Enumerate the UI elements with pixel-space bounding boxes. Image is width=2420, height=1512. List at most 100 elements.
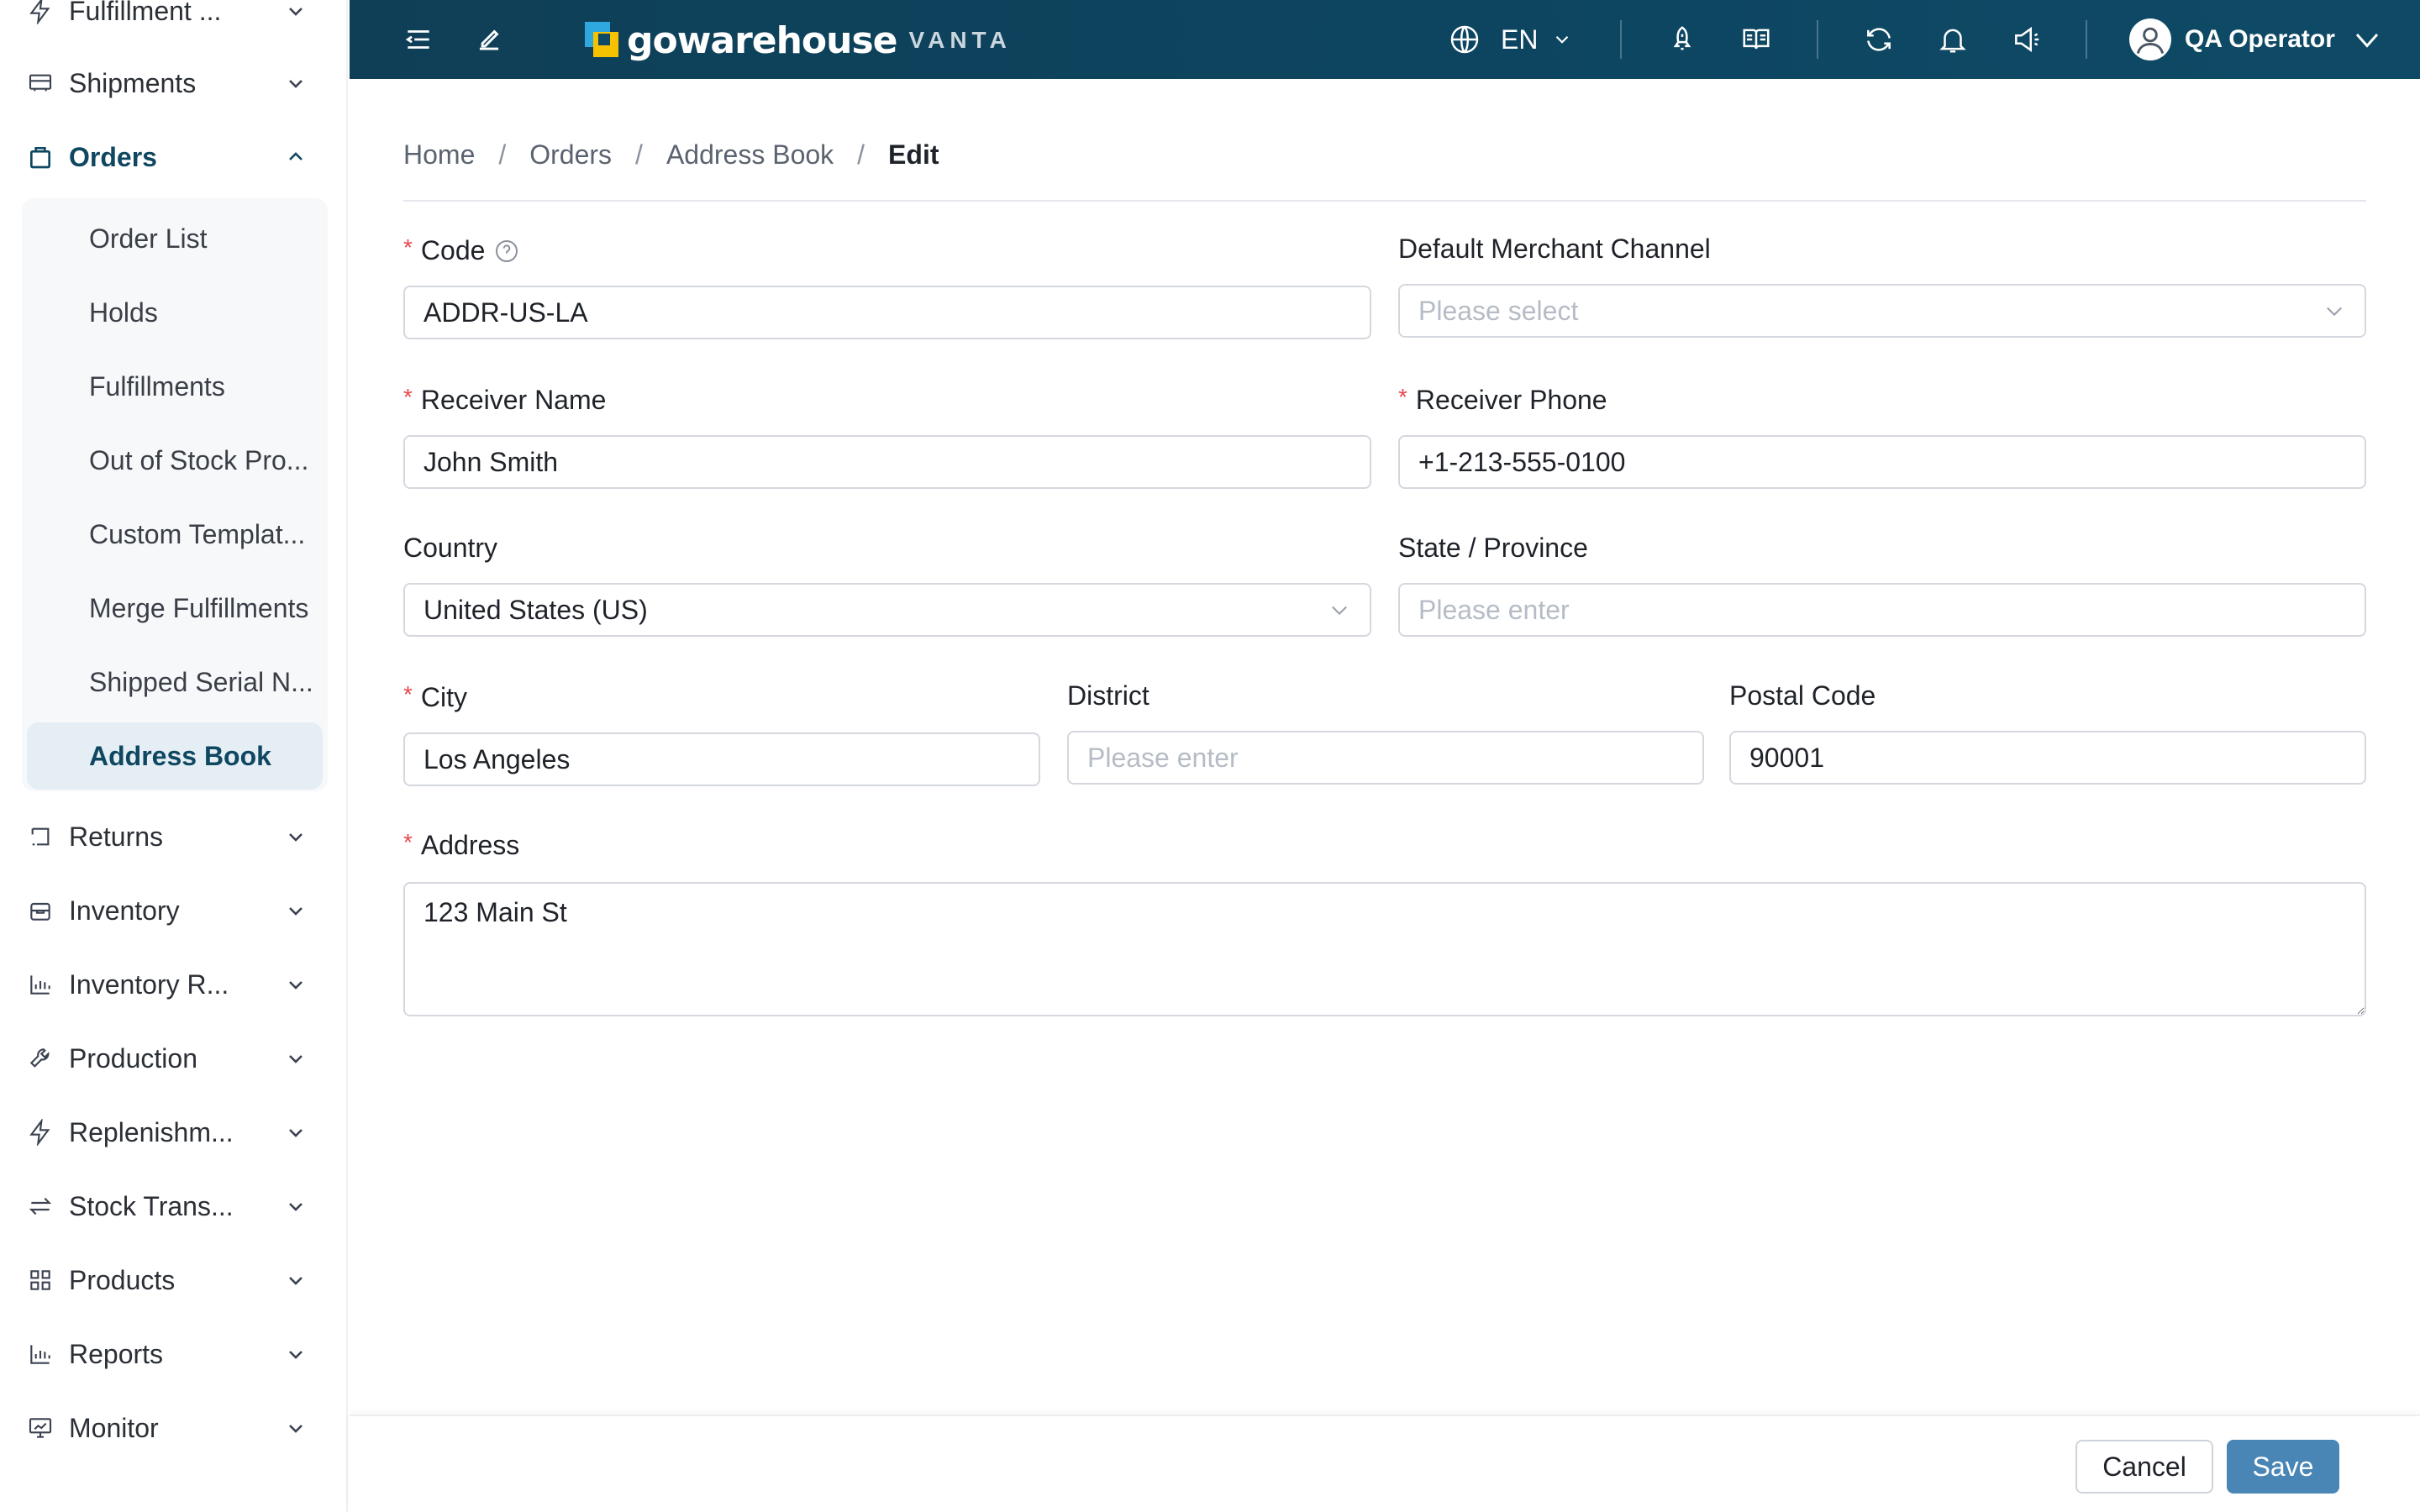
logo-mark-icon <box>585 22 618 59</box>
sidebar-item-label: Inventory R... <box>69 969 229 1000</box>
code-label: * Code <box>403 234 520 266</box>
logo-text: gowarehouse <box>627 18 898 62</box>
language-code: EN <box>1501 24 1539 55</box>
sidebar-item-label: Shipments <box>69 67 197 98</box>
state-label: State / Province <box>1398 533 1588 563</box>
divider <box>403 200 2366 202</box>
sidebar-item-label: Products <box>69 1264 176 1295</box>
sidebar-item-label: Inventory <box>69 895 180 926</box>
breadcrumb-orders[interactable]: Orders <box>529 139 612 171</box>
sidebar-item-inventory-reports[interactable]: Inventory R... <box>24 955 328 1014</box>
district-input[interactable] <box>1067 731 1704 785</box>
save-button[interactable]: Save <box>2227 1440 2339 1494</box>
sidebar-subitem-address-book[interactable]: Address Book <box>27 722 323 790</box>
sidebar-item-label: Fulfillment ... <box>69 0 222 26</box>
receiver-name-label: * Receiver Name <box>403 383 607 416</box>
sidebar-subitem-out-of-stock[interactable]: Out of Stock Pro... <box>27 427 323 494</box>
bolt-icon <box>24 0 57 28</box>
sidebar-item-reports[interactable]: Reports <box>24 1325 328 1383</box>
user-menu[interactable]: QA Operator <box>2129 15 2382 64</box>
sidebar-item-production[interactable]: Production <box>24 1029 328 1088</box>
chevron-up-icon <box>279 140 313 174</box>
sidebar-item-stock-transfer[interactable]: Stock Trans... <box>24 1177 328 1236</box>
receiver-name-input[interactable] <box>403 435 1371 489</box>
address-textarea[interactable]: 123 Main St <box>403 882 2366 1016</box>
chevron-down-icon <box>279 1411 313 1445</box>
city-label: * City <box>403 680 468 713</box>
bar-chart-icon <box>24 968 57 1001</box>
language-selector[interactable]: EN <box>1445 17 1573 62</box>
bolt-icon <box>24 1116 57 1149</box>
refresh-icon[interactable] <box>1859 19 1899 60</box>
sidebar-item-label: Production <box>69 1042 197 1074</box>
receiver-phone-input[interactable] <box>1398 435 2366 489</box>
book-icon[interactable] <box>1736 19 1776 60</box>
country-select[interactable]: United States (US) <box>403 583 1371 637</box>
sidebar-subitem-shipped-serial[interactable]: Shipped Serial N... <box>27 648 323 716</box>
sidebar-item-returns[interactable]: Returns <box>24 807 328 866</box>
postal-code-input[interactable] <box>1729 731 2366 785</box>
return-icon <box>24 820 57 853</box>
menu-fold-icon[interactable] <box>398 19 439 60</box>
sidebar-item-replenishment[interactable]: Replenishm... <box>24 1103 328 1162</box>
receiver-phone-label: * Receiver Phone <box>1398 383 1607 416</box>
wrench-icon <box>24 1042 57 1075</box>
sidebar-item-label: Stock Trans... <box>69 1190 234 1221</box>
sidebar-item-label: Reports <box>69 1338 164 1369</box>
sidebar-subitem-merge-fulfillments[interactable]: Merge Fulfillments <box>27 575 323 642</box>
logo-subtitle: VANTA <box>908 27 1012 53</box>
chevron-down-icon <box>279 1189 313 1223</box>
district-label: District <box>1067 680 1150 711</box>
orders-submenu: Order List Holds Fulfillments Out of Sto… <box>22 198 328 791</box>
country-value: United States (US) <box>424 594 648 625</box>
breadcrumb-address-book[interactable]: Address Book <box>666 139 834 171</box>
sidebar-subitem-holds[interactable]: Holds <box>27 279 323 346</box>
cancel-button[interactable]: Cancel <box>2075 1440 2213 1494</box>
country-label: Country <box>403 533 498 563</box>
brand-logo[interactable]: gowarehouse VANTA <box>585 17 1012 64</box>
sidebar-subitem-custom-templates[interactable]: Custom Templat... <box>27 501 323 568</box>
sidebar-item-orders[interactable]: Orders <box>24 128 328 186</box>
bar-chart-icon <box>24 1337 57 1371</box>
form-footer: Cancel Save <box>350 1415 2420 1512</box>
bell-icon[interactable] <box>1933 19 1973 60</box>
sidebar-item-shipments[interactable]: Shipments <box>24 54 328 113</box>
chevron-down-icon <box>1332 606 1347 616</box>
chevron-down-icon <box>279 894 313 927</box>
edit-icon[interactable] <box>469 19 509 60</box>
sidebar-item-label: Monitor <box>69 1412 159 1443</box>
question-circle-icon[interactable] <box>493 238 520 265</box>
code-input[interactable] <box>403 286 1371 339</box>
shopping-bag-icon <box>24 140 57 174</box>
sidebar-subitem-fulfillments[interactable]: Fulfillments <box>27 353 323 420</box>
chevron-down-icon <box>279 1263 313 1297</box>
sidebar-subitem-order-list[interactable]: Order List <box>27 205 323 272</box>
state-input[interactable] <box>1398 583 2366 637</box>
sidebar-item-fulfillment[interactable]: Fulfillment ... <box>24 0 328 40</box>
rocket-icon[interactable] <box>1662 19 1702 60</box>
user-name: QA Operator <box>2185 25 2335 53</box>
sidebar-item-inventory[interactable]: Inventory <box>24 881 328 940</box>
monitor-icon <box>24 1411 57 1445</box>
topbar: gowarehouse VANTA EN QA Operator <box>350 0 2420 79</box>
sidebar-item-label: Replenishm... <box>69 1116 234 1147</box>
breadcrumb-home[interactable]: Home <box>403 139 475 171</box>
merchant-channel-label: Default Merchant Channel <box>1398 234 1711 264</box>
truck-icon <box>24 66 57 100</box>
main-content: Home / Orders / Address Book / Edit * Cod… <box>350 79 2420 1415</box>
transfer-icon <box>24 1189 57 1223</box>
sidebar-item-label: Orders <box>69 141 157 172</box>
chevron-down-icon <box>279 1337 313 1371</box>
grid-icon <box>24 1263 57 1297</box>
chevron-down-icon <box>279 1116 313 1149</box>
chevron-down-icon <box>2355 34 2379 48</box>
breadcrumb: Home / Orders / Address Book / Edit <box>403 139 939 171</box>
box-icon <box>24 894 57 927</box>
megaphone-icon[interactable] <box>2007 19 2047 60</box>
city-input[interactable] <box>403 732 1040 786</box>
chevron-down-icon <box>2327 307 2342 317</box>
sidebar-item-monitor[interactable]: Monitor <box>24 1399 328 1457</box>
merchant-channel-select[interactable]: Please select <box>1398 284 2366 338</box>
sidebar-item-products[interactable]: Products <box>24 1251 328 1310</box>
sidebar: Fulfillment ... Shipments Orders Order L… <box>0 0 348 1512</box>
